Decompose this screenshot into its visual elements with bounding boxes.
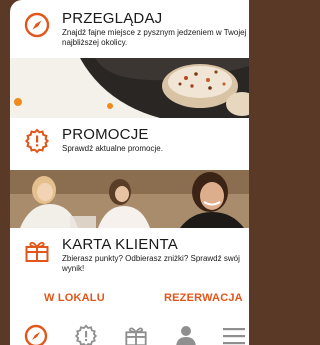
compass-icon[interactable]: [24, 324, 48, 345]
people-banner-image[interactable]: [10, 170, 249, 228]
section-loyalty-card[interactable]: KARTA KLIENTA Zbierasz punkty? Odbierasz…: [10, 236, 249, 273]
section-browse-title: PRZEGLĄDAJ: [62, 10, 163, 27]
section-loyalty-description: Zbierasz punkty? Odbierasz zniżki? Spraw…: [62, 254, 240, 273]
promo-badge-icon: [24, 128, 50, 154]
section-promotions-title: PROMOCJE: [62, 126, 149, 143]
compass-icon: [24, 12, 50, 38]
in-venue-link[interactable]: W LOKALU: [44, 292, 105, 304]
app-screen: PRZEGLĄDAJ Znajdź fajne miejsce z pyszny…: [10, 0, 249, 345]
gift-icon: [25, 241, 49, 262]
menu-icon[interactable]: [222, 324, 246, 345]
promo-badge-icon[interactable]: [74, 324, 98, 345]
section-browse-description: Znajdź fajne miejsce z pysznym jedzeniem…: [62, 28, 247, 47]
food-banner-image[interactable]: [10, 58, 249, 118]
section-browse[interactable]: PRZEGLĄDAJ Znajdź fajne miejsce z pyszny…: [10, 10, 249, 47]
bottom-nav: [10, 320, 249, 345]
section-promotions[interactable]: PROMOCJE Sprawdź aktualne promocje.: [10, 126, 249, 154]
section-loyalty-title: KARTA KLIENTA: [62, 236, 178, 253]
user-icon[interactable]: [174, 324, 198, 345]
section-promotions-description: Sprawdź aktualne promocje.: [62, 144, 163, 153]
reservation-link[interactable]: REZERWACJA: [164, 292, 243, 304]
gift-icon[interactable]: [124, 324, 148, 345]
action-links: W LOKALU REZERWACJA: [10, 292, 249, 308]
